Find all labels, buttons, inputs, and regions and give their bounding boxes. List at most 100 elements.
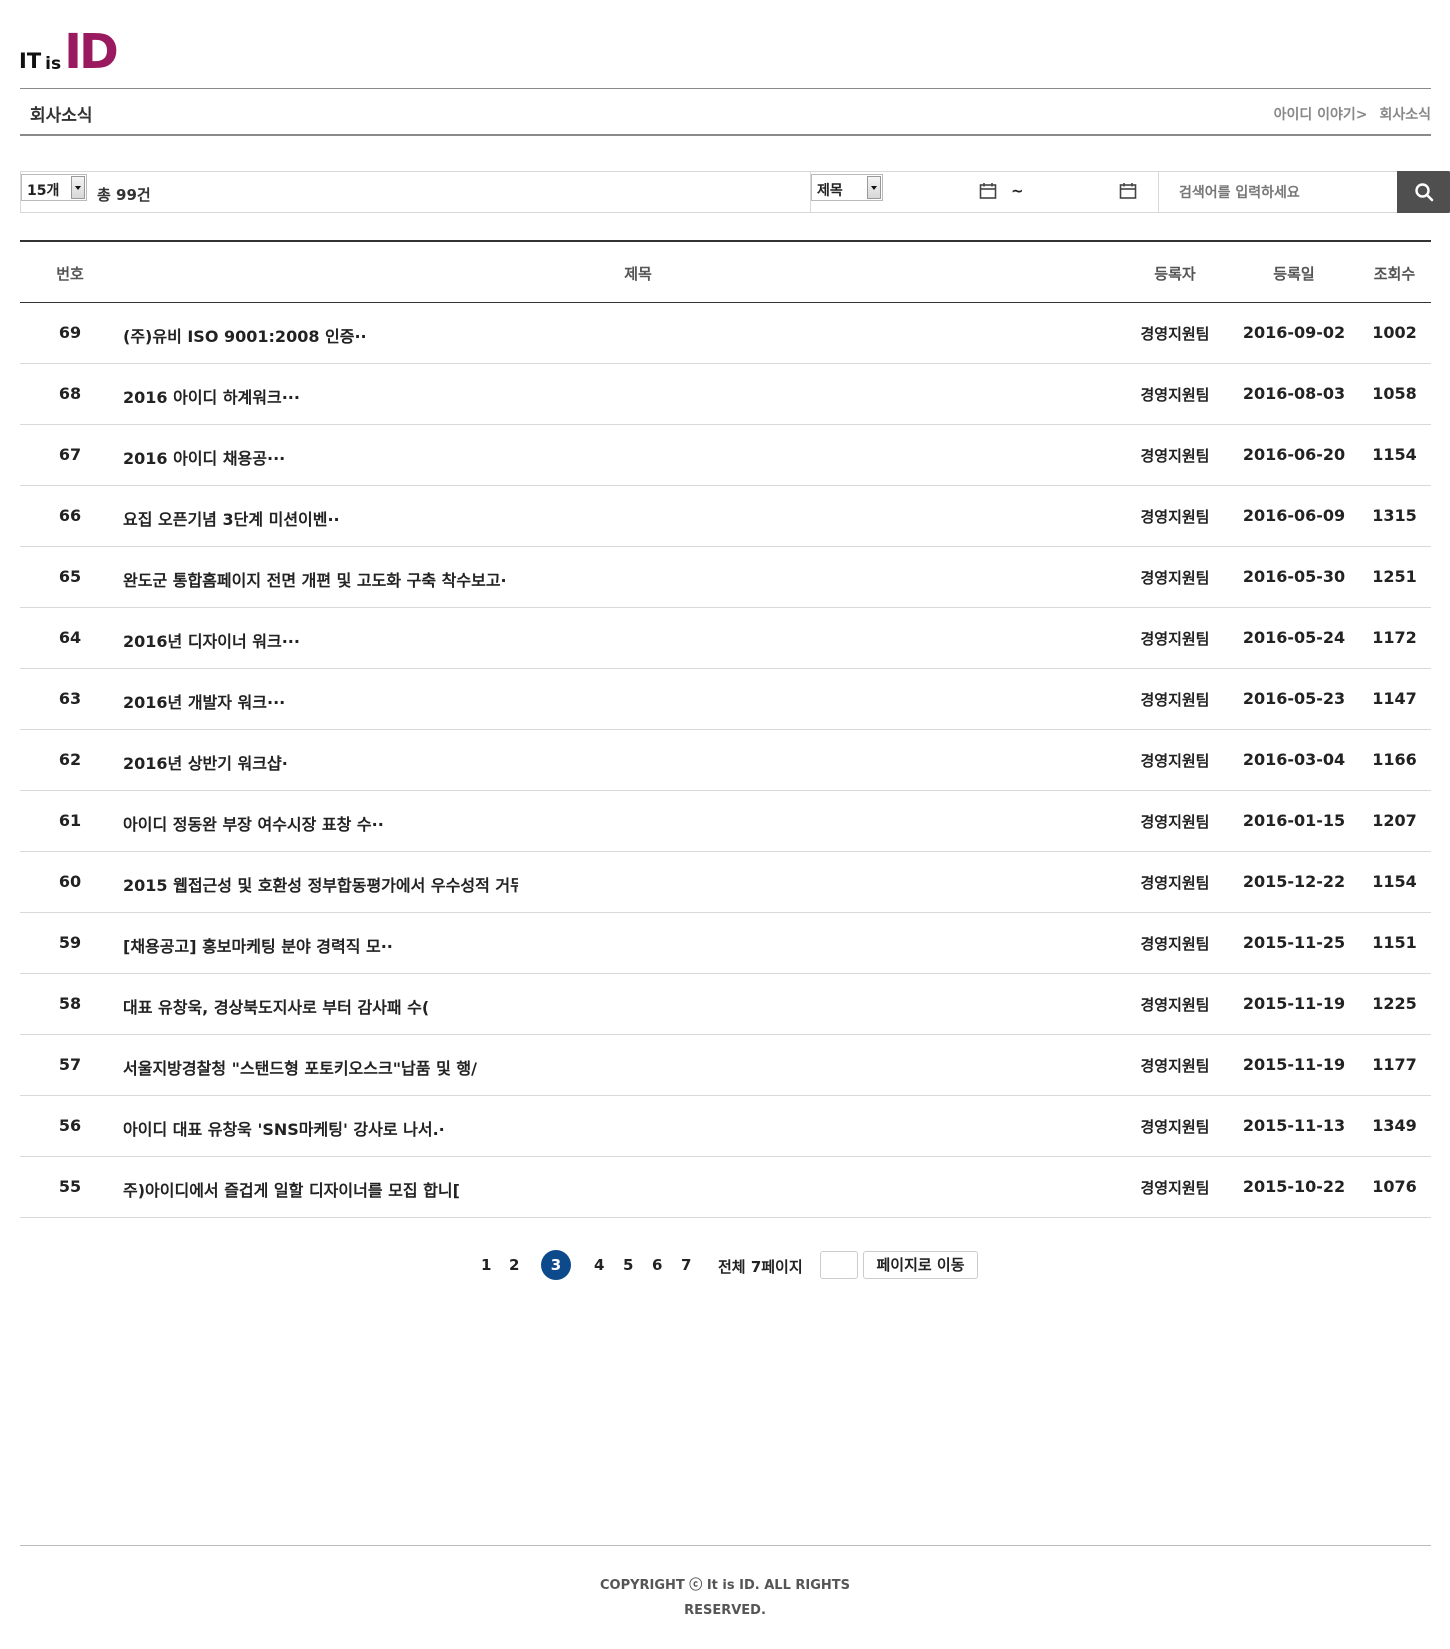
row-title-link[interactable]: (주)유비 ISO 9001:2008 인증·· [123,323,367,347]
row-number: 55 [58,1177,82,1196]
news-table: 번호 제목 등록자 등록일 조회수 69 (주)유비 ISO 9001:2008 … [20,240,1431,1218]
table-body: 69 (주)유비 ISO 9001:2008 인증·· 경영지원팀 2016-09-0… [20,303,1431,1218]
row-date: 2015-11-13 [1242,1116,1346,1135]
toolbar-divider [1158,172,1159,212]
row-title-link[interactable]: 완도군 통합홈페이지 전면 개편 및 고도화 구축 착수보고· [123,567,507,591]
row-title-link[interactable]: 2016년 상반기 워크샵· [123,750,288,774]
page-link[interactable]: 7 [681,1256,691,1274]
table-row[interactable]: 56 아이디 대표 유창욱 'SNS마케팅' 강사로 나서.· 경영지원팀 2015-… [20,1096,1431,1157]
row-author: 경영지원팀 [1140,447,1210,465]
page-link[interactable]: 1 [481,1256,491,1274]
table-row[interactable]: 61 아이디 정동완 부장 여수시장 표창 수·· 경영지원팀 2016-01-15 1… [20,791,1431,852]
page-number-input[interactable] [820,1251,858,1279]
row-views: 1154 [1372,872,1417,891]
search-input[interactable]: 검색어를 입력하세요 [1179,183,1394,222]
row-views: 1151 [1372,933,1417,952]
row-number: 69 [58,323,82,342]
calendar-icon[interactable] [979,182,997,200]
table-row[interactable]: 57 서울지방경찰청 "스탠드형 포토키오스크"납품 및 행/경영지원팀 2015-… [20,1035,1431,1096]
row-number: 57 [58,1055,82,1074]
row-number: 58 [58,994,82,1013]
row-views: 1172 [1372,628,1417,647]
row-views: 1251 [1372,567,1417,586]
table-row[interactable]: 60 2015 웹접근성 및 호환성 정부합동평가에서 우수성적 거둬 경영지원팀 2… [20,852,1431,913]
row-author: 경영지원팀 [1140,569,1210,587]
row-author: 경영지원팀 [1140,935,1210,953]
dropdown-arrow-icon [71,176,85,199]
logo-id: ID [64,23,119,80]
table-row[interactable]: 55 주)아이디에서 즐겁게 일할 디자이너를 모집 합니[ 경영지원팀 2015-1… [20,1157,1431,1218]
row-author: 경영지원팀 [1140,752,1210,770]
row-author: 경영지원팀 [1140,508,1210,526]
breadcrumb-item-story[interactable]: 아이디 이야기> [1274,104,1368,124]
row-date: 2016-08-03 [1242,384,1346,403]
row-author: 경영지원팀 [1140,691,1210,709]
table-row[interactable]: 64 2016년 디자이너 워크··· 경영지원팀 2016-05-24 1172 [20,608,1431,669]
row-author: 경영지원팀 [1140,386,1210,404]
row-date: 2016-05-23 [1242,689,1346,708]
row-author: 경영지원팀 [1140,325,1210,343]
row-views: 1002 [1372,323,1417,342]
row-date: 2016-03-04 [1242,750,1346,769]
row-title-link[interactable]: 아이디 대표 유창욱 'SNS마케팅' 강사로 나서.· [123,1116,445,1140]
go-to-page-button[interactable]: 페이지로 이동 [863,1251,978,1279]
row-number: 56 [58,1116,82,1135]
row-views: 1058 [1372,384,1417,403]
header-views: 조회수 [1373,265,1416,283]
search-button[interactable] [1397,171,1450,213]
footer: COPYRIGHT ⓒ It is ID. ALL RIGHTS RESERVE… [0,1573,1450,1623]
table-row[interactable]: 62 2016년 상반기 워크샵· 경영지원팀 2016-03-04 1166 [20,730,1431,791]
row-title-link[interactable]: [채용공고] 홍보마케팅 분야 경력직 모·· [123,933,393,957]
table-row[interactable]: 58 대표 유창욱, 경상북도지사로 부터 감사패 수(경영지원팀 2015-11-… [20,974,1431,1035]
page-link[interactable]: 4 [594,1256,604,1274]
row-title-link[interactable]: 2016 아이디 하계워크··· [123,384,300,408]
row-title-link[interactable]: 2016 아이디 채용공··· [123,445,285,469]
row-author: 경영지원팀 [1140,1179,1210,1197]
copyright-line-2: RESERVED. [684,1603,766,1618]
table-row[interactable]: 67 2016 아이디 채용공··· 경영지원팀 2016-06-20 1154 [20,425,1431,486]
row-author: 경영지원팀 [1140,1118,1210,1136]
table-row[interactable]: 68 2016 아이디 하계워크··· 경영지원팀 2016-08-03 1058 [20,364,1431,425]
site-logo[interactable]: IT is ID [19,23,119,80]
row-number: 67 [58,445,82,464]
row-views: 1207 [1372,811,1417,830]
row-title-link[interactable]: 2016년 개발자 워크··· [123,689,285,713]
page-link[interactable]: 2 [509,1256,519,1274]
row-author: 경영지원팀 [1140,1057,1210,1075]
table-row[interactable]: 59 [채용공고] 홍보마케팅 분야 경력직 모·· 경영지원팀 2015-11-25… [20,913,1431,974]
table-row[interactable]: 69 (주)유비 ISO 9001:2008 인증·· 경영지원팀 2016-09-0… [20,303,1431,364]
row-views: 1166 [1372,750,1417,769]
page-link[interactable]: 5 [623,1256,633,1274]
row-views: 1225 [1372,994,1417,1013]
row-date: 2015-11-19 [1242,1055,1346,1074]
row-title-link[interactable]: 서울지방경찰청 "스탠드형 포토키오스크"납품 및 행/ [123,1055,477,1079]
breadcrumb-item-news[interactable]: 회사소식 [1379,104,1431,124]
page-link-current[interactable]: 3 [541,1250,571,1280]
row-date: 2015-11-19 [1242,994,1346,1013]
row-title-link[interactable]: 2015 웹접근성 및 호환성 정부합동평가에서 우수성적 거둬 [123,872,518,896]
page-link[interactable]: 6 [652,1256,662,1274]
row-title-link[interactable]: 주)아이디에서 즐겁게 일할 디자이너를 모집 합니[ [123,1177,460,1201]
row-title-link[interactable]: 아이디 정동완 부장 여수시장 표창 수·· [123,811,384,835]
row-number: 63 [58,689,82,708]
row-views: 1349 [1372,1116,1417,1135]
page-title: 회사소식 [30,106,93,126]
table-header: 번호 제목 등록자 등록일 조회수 [20,242,1431,303]
table-row[interactable]: 65 완도군 통합홈페이지 전면 개편 및 고도화 구축 착수보고· 경영지원팀 20… [20,547,1431,608]
row-title-link[interactable]: 대표 유창욱, 경상북도지사로 부터 감사패 수( [123,994,429,1018]
row-date: 2016-05-30 [1242,567,1346,586]
table-row[interactable]: 66 요집 오픈기념 3단계 미션이벤·· 경영지원팀 2016-06-09 1315 [20,486,1431,547]
search-field-select[interactable]: 제목 [811,174,883,201]
logo-it: IT [19,49,42,73]
row-date: 2015-10-22 [1242,1177,1346,1196]
row-number: 66 [58,506,82,525]
page-size-select[interactable]: 15개 [21,174,87,201]
search-icon [1415,183,1434,202]
footer-divider [20,1545,1431,1546]
row-views: 1154 [1372,445,1417,464]
row-author: 경영지원팀 [1140,813,1210,831]
row-title-link[interactable]: 요집 오픈기념 3단계 미션이벤·· [123,506,340,530]
calendar-icon[interactable] [1119,182,1137,200]
row-title-link[interactable]: 2016년 디자이너 워크··· [123,628,300,652]
table-row[interactable]: 63 2016년 개발자 워크··· 경영지원팀 2016-05-23 1147 [20,669,1431,730]
